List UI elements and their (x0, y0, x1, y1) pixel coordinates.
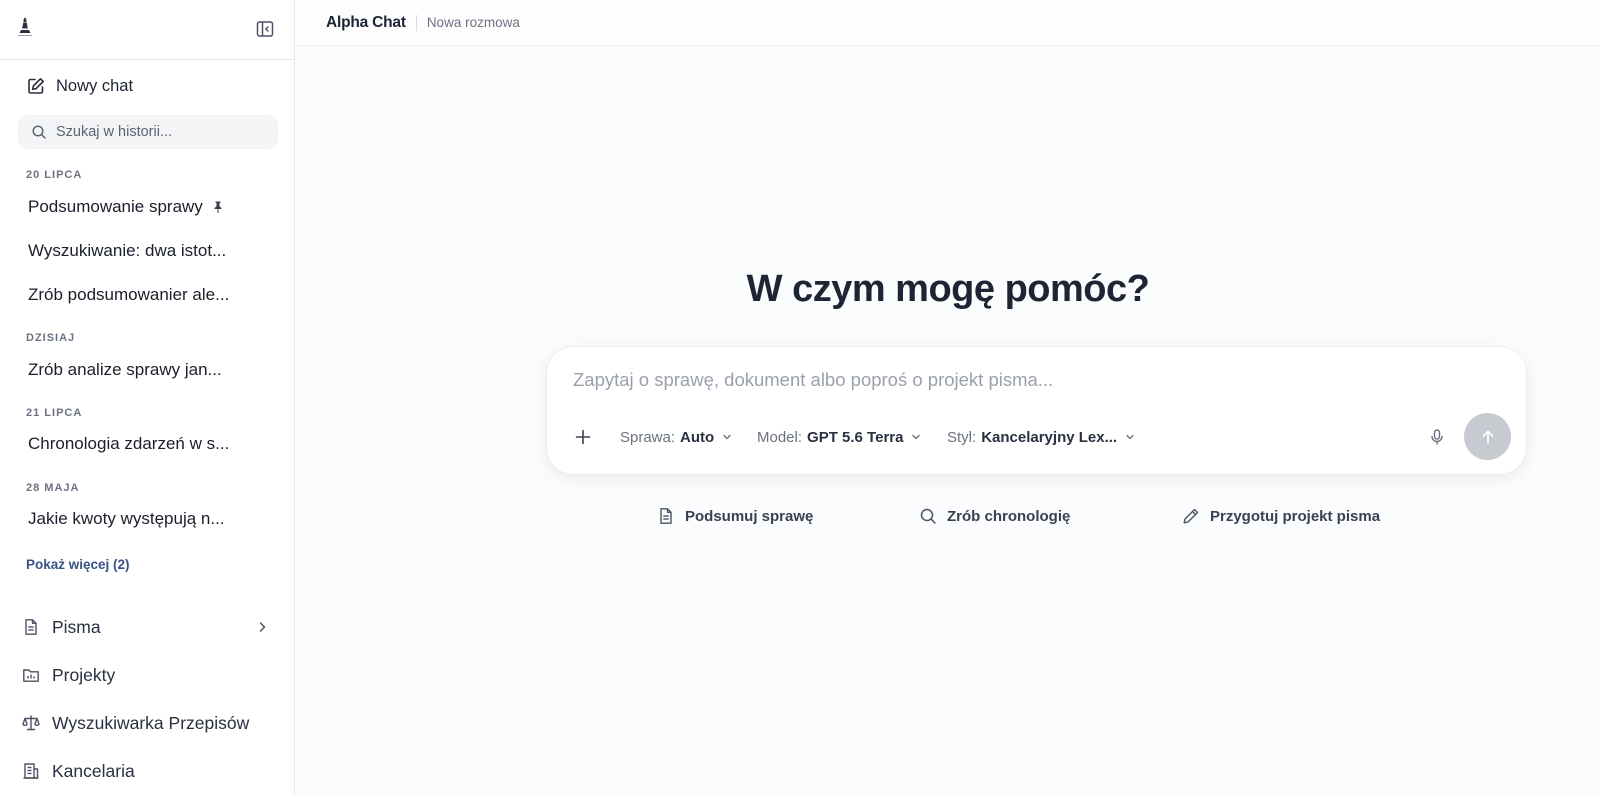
pin-icon (211, 200, 225, 214)
building-icon (22, 762, 40, 780)
sidebar-top (0, 0, 294, 60)
search-icon (919, 507, 937, 525)
history-item[interactable]: Podsumowanie sprawy (18, 190, 243, 224)
message-input[interactable] (573, 365, 1473, 395)
add-attachment-button[interactable] (573, 427, 593, 447)
chevron-down-icon (1124, 431, 1136, 443)
history-search-input[interactable] (56, 124, 266, 140)
model-selector[interactable]: Model: GPT 5.6 Terra (757, 426, 922, 448)
top-header: Alpha Chat Nowa rozmowa (296, 0, 1600, 46)
sidebar: Nowy chat 20 LIPCA Podsumowanie sprawy W… (0, 0, 295, 795)
history-search (18, 115, 278, 149)
nav-item-pisma[interactable]: Pisma (22, 611, 277, 643)
history-item[interactable]: Jakie kwoty występują n... (18, 502, 243, 536)
chevron-right-icon (255, 620, 269, 634)
model-selector-key: Model: (757, 428, 803, 446)
style-selector-value: Kancelaryjny Lex... (981, 428, 1118, 446)
microphone-icon[interactable] (1428, 428, 1446, 446)
history-item[interactable]: Zrób podsumowanier ale... (18, 278, 243, 312)
chevron-down-icon (910, 431, 922, 443)
show-more-link[interactable]: Pokaż więcej (2) (26, 557, 130, 572)
history-item-title: Chronologia zdarzeń w s... (28, 434, 230, 453)
history-item[interactable]: Chronologia zdarzeń w s... (18, 427, 243, 461)
header-divider (415, 14, 417, 31)
folder-chart-icon (22, 666, 40, 684)
nav-item-projekty[interactable]: Projekty (22, 659, 277, 691)
arrow-up-icon (1482, 430, 1493, 444)
nav-item-kancelaria[interactable]: Kancelaria (22, 755, 277, 787)
page-heading: W czym mogę pomóc? (746, 268, 1150, 310)
lady-justice-logo-icon[interactable] (15, 16, 35, 38)
document-icon (22, 618, 40, 636)
new-chat-button[interactable]: Nowy chat (26, 74, 133, 98)
file-text-icon (657, 507, 675, 525)
case-selector-value: Auto (680, 428, 715, 446)
model-selector-value: GPT 5.6 Terra (807, 428, 904, 446)
sidebar-collapse-icon[interactable] (255, 19, 275, 39)
style-selector[interactable]: Styl: Kancelaryjny Lex... (947, 426, 1136, 448)
history-item[interactable]: Wyszukiwanie: dwa istot... (18, 234, 243, 268)
history-item-title: Zrób analize sprawy jan... (28, 360, 222, 379)
suggestion-summarize-case[interactable]: Podsumuj sprawę (657, 505, 813, 527)
history-group-label: 21 LIPCA (26, 407, 83, 419)
scales-icon (22, 714, 40, 732)
history-item-title: Zrób podsumowanier ale... (28, 285, 230, 304)
nav-item-wyszukiwarka-przepisow[interactable]: Wyszukiwarka Przepisów (22, 707, 277, 739)
suggestion-draft-document[interactable]: Przygotuj projekt pisma (1182, 505, 1380, 527)
suggestion-label: Podsumuj sprawę (685, 507, 814, 525)
nav-item-label: Projekty (52, 664, 116, 685)
case-selector[interactable]: Sprawa: Auto (620, 426, 733, 448)
new-chat-label: Nowy chat (56, 76, 134, 95)
edit-icon (26, 76, 46, 96)
conversation-title: Nowa rozmowa (426, 15, 520, 30)
history-group-label: 20 LIPCA (26, 169, 83, 181)
history-group-label: DZISIAJ (26, 332, 76, 344)
nav-item-label: Wyszukiwarka Przepisów (52, 712, 250, 733)
history-group-label: 28 MAJA (26, 482, 80, 494)
app-title: Alpha Chat (326, 13, 406, 31)
style-selector-key: Styl: (947, 428, 977, 446)
history-item-title: Jakie kwoty występują n... (28, 509, 225, 528)
search-icon (31, 124, 47, 140)
suggestion-chronology[interactable]: Zrób chronologię (919, 505, 1070, 527)
chat-composer: Sprawa: Auto Model: GPT 5.6 Terra Styl: … (547, 347, 1526, 474)
history-item[interactable]: Zrób analize sprawy jan... (18, 353, 243, 387)
pencil-icon (1182, 507, 1200, 525)
send-button[interactable] (1464, 413, 1511, 460)
case-selector-key: Sprawa: (620, 428, 676, 446)
chevron-down-icon (721, 431, 733, 443)
nav-item-label: Kancelaria (52, 760, 135, 781)
suggestion-label: Przygotuj projekt pisma (1210, 507, 1381, 525)
history-item-title: Wyszukiwanie: dwa istot... (28, 241, 227, 260)
suggestion-label: Zrób chronologię (947, 507, 1071, 525)
nav-item-label: Pisma (52, 616, 101, 637)
history-item-title: Podsumowanie sprawy (28, 197, 203, 216)
